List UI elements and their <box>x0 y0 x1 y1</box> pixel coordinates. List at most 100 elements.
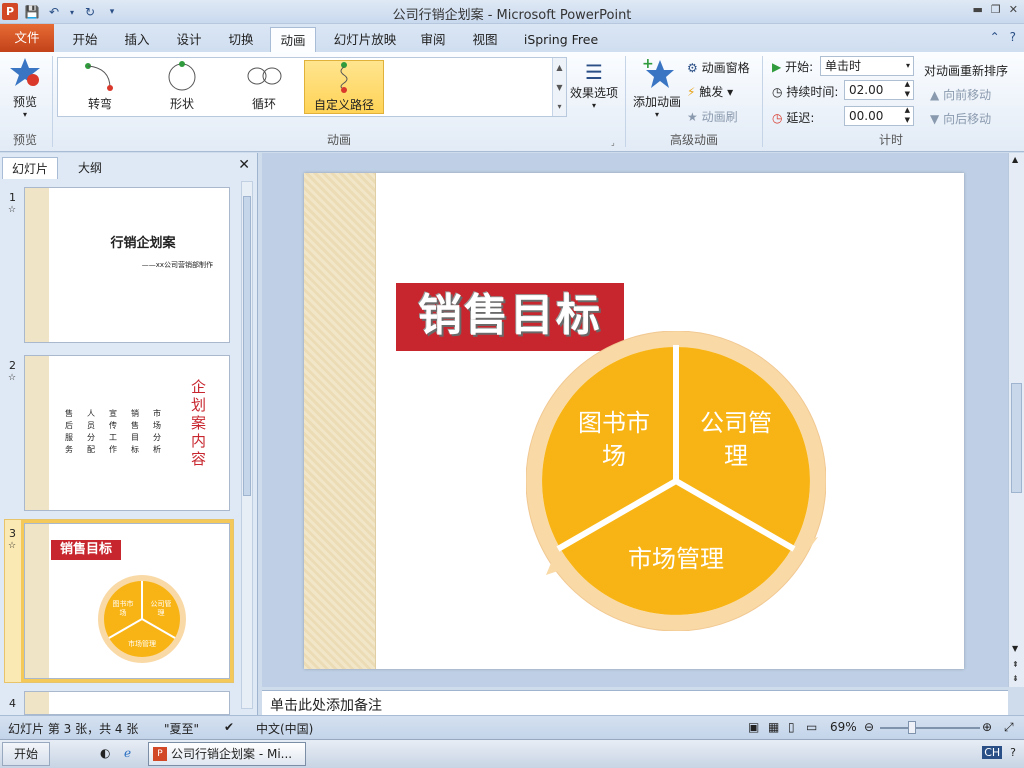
slides-scrollbar[interactable] <box>241 181 253 709</box>
next-slide-icon[interactable]: ⇟ <box>1012 674 1019 683</box>
zoom-slider[interactable] <box>880 727 980 729</box>
animation-shape[interactable]: 形状 <box>142 60 222 114</box>
animation-turn[interactable]: 转弯 <box>60 60 140 114</box>
thumb1-title: 行销企划案 <box>110 236 176 251</box>
ime-indicator[interactable]: CH <box>982 746 1003 759</box>
slideshow-icon[interactable]: ▭ <box>806 720 817 734</box>
tab-outline[interactable]: 大纲 <box>62 157 118 179</box>
animation-pane-button[interactable]: ⚙ 动画窗格 <box>687 59 750 76</box>
scroll-thumb[interactable] <box>1011 383 1022 493</box>
animation-loop-label: 循环 <box>251 97 276 111</box>
animation-pane-icon: ⚙ <box>687 61 698 75</box>
svg-text:公司管: 公司管 <box>151 599 172 608</box>
taskbar-powerpoint-window[interactable]: P 公司行销企划案 - Mi... <box>148 742 306 766</box>
duration-spinner[interactable]: 02.00 ▲ ▼ <box>844 80 914 100</box>
animation-dialog-launcher-icon[interactable]: ⌟ <box>611 138 615 147</box>
thumb3-title: 销售目标 <box>51 540 121 560</box>
animation-gallery: 转弯 形状 循环 自定义路径 ▲ ▼ ▾ <box>57 57 567 117</box>
zoom-in-icon[interactable]: ⊕ <box>982 720 992 734</box>
normal-view-icon[interactable]: ▣ <box>748 720 759 734</box>
svg-text:图书市: 图书市 <box>113 599 134 608</box>
animation-turn-label: 转弯 <box>87 97 112 111</box>
tab-view[interactable]: 视图 <box>462 27 508 52</box>
zoom-level[interactable]: 69% <box>830 720 857 734</box>
group-label-preview: 预览 <box>12 133 37 147</box>
scroll-up-icon[interactable]: ▲ <box>1012 155 1018 164</box>
current-slide[interactable]: 销售目标 图书市 场 公司管 理 市场管理 <box>304 173 964 669</box>
segment-label-company-2: 理 <box>724 442 748 470</box>
segment-label-book-market-1: 图书市 <box>578 409 650 437</box>
animation-painter-icon: ★ <box>687 110 698 124</box>
slide-thumbnail-1[interactable]: 行销企划案 ——xx公司营销部制作 <box>24 187 230 343</box>
fit-to-window-icon[interactable]: ⤢ <box>1004 720 1014 735</box>
cycle-diagram[interactable]: 图书市 场 公司管 理 市场管理 <box>526 331 826 631</box>
tab-ispring[interactable]: iSpring Free <box>516 27 606 52</box>
scroll-down-icon[interactable]: ▼ <box>1012 644 1018 653</box>
theme-name[interactable]: "夏至" <box>164 720 199 737</box>
animation-custom-path[interactable]: 自定义路径 <box>304 60 384 114</box>
zoom-slider-thumb[interactable] <box>908 721 916 734</box>
thumb3-cycle-diagram: 图书市 场 公司管 理 市场管理 <box>98 575 186 663</box>
desktop-quicklaunch-icon[interactable]: ◐ <box>100 746 110 760</box>
thumb2-columns: 售后服务 人员分配 宣传工作 销售目标 市场分析 <box>65 409 161 454</box>
delay-spinner[interactable]: 00.00 ▲ ▼ <box>844 106 914 126</box>
tab-slides[interactable]: 幻灯片 <box>2 157 58 179</box>
minimize-icon[interactable]: ▬ <box>973 3 983 16</box>
tab-review[interactable]: 审阅 <box>410 27 456 52</box>
gallery-more-icon[interactable]: ▾ <box>553 98 566 116</box>
thumb1-subtitle: ——xx公司营销部制作 <box>141 261 213 269</box>
tab-transitions[interactable]: 切换 <box>218 27 264 52</box>
close-panel-icon[interactable]: ✕ <box>238 157 250 173</box>
move-later-button[interactable]: ▼ 向后移动 <box>930 110 991 127</box>
trigger-button[interactable]: ⚡ 触发 ▾ <box>687 83 733 100</box>
status-bar: 幻灯片 第 3 张，共 4 张 "夏至" ✔ 中文(中国) ▣ ▦ ▯ ▭ 69… <box>0 715 1024 739</box>
move-earlier-button[interactable]: ▲ 向前移动 <box>930 86 991 103</box>
notes-pane[interactable]: 单击此处添加备注 <box>262 690 1008 715</box>
slide-thumbnail-3[interactable]: 销售目标 图书市 场 公司管 理 市场管理 <box>21 520 233 682</box>
gallery-scroll[interactable]: ▲ ▼ ▾ <box>552 58 566 116</box>
zoom-out-icon[interactable]: ⊖ <box>864 720 874 734</box>
duration-spin-icon[interactable]: ▲ ▼ <box>905 79 910 99</box>
delay-spin-icon[interactable]: ▲ ▼ <box>905 105 910 125</box>
tab-home[interactable]: 开始 <box>62 27 108 52</box>
preview-dropdown-icon: ▾ <box>22 110 27 119</box>
group-label-advanced-animation: 高级动画 <box>669 133 718 147</box>
help-icon[interactable]: ? <box>1010 30 1016 44</box>
animation-shape-label: 形状 <box>169 97 194 111</box>
effect-options-dropdown-icon: ▾ <box>591 101 596 110</box>
preview-button[interactable]: 预览 ▾ <box>4 56 46 119</box>
tab-animations[interactable]: 动画 <box>270 27 316 52</box>
start-select[interactable]: 单击时 ▾ <box>820 56 914 76</box>
slide-number: 2 <box>9 359 16 372</box>
gallery-down-icon[interactable]: ▼ <box>553 78 566 98</box>
preview-label: 预览 <box>12 95 37 109</box>
slide-sorter-icon[interactable]: ▦ <box>768 720 779 734</box>
add-animation-button[interactable]: + 添加动画 ▾ <box>630 56 684 119</box>
tab-slideshow[interactable]: 幻灯片放映 <box>326 27 404 52</box>
previous-slide-icon[interactable]: ⇞ <box>1012 660 1019 669</box>
minimize-ribbon-icon[interactable]: ⌃ <box>990 30 1000 44</box>
move-later-icon: ▼ <box>930 112 940 126</box>
editor-vertical-scrollbar[interactable]: ▲ ▼ ⇞ ⇟ <box>1008 153 1024 687</box>
tab-file[interactable]: 文件 <box>0 24 54 52</box>
reading-view-icon[interactable]: ▯ <box>788 720 795 734</box>
tab-design[interactable]: 设计 <box>166 27 212 52</box>
restore-icon[interactable]: ❐ <box>991 3 1001 16</box>
start-dropdown-icon: ▾ <box>905 61 910 70</box>
tab-insert[interactable]: 插入 <box>114 27 160 52</box>
gallery-up-icon[interactable]: ▲ <box>553 58 566 78</box>
tray-help-icon[interactable]: ? <box>1010 746 1016 759</box>
spell-check-icon[interactable]: ✔ <box>224 720 234 734</box>
close-icon[interactable]: ✕ <box>1009 3 1018 16</box>
effect-options-button[interactable]: ☰ 效果选项 ▾ <box>568 60 620 110</box>
slide-thumbnail-2[interactable]: 售后服务 人员分配 宣传工作 销售目标 市场分析 企划案内容 <box>24 355 230 511</box>
animation-painter-button[interactable]: ★ 动画刷 <box>687 108 738 125</box>
slide-star-icon: ☆ <box>8 373 17 383</box>
animation-loop[interactable]: 循环 <box>224 60 304 114</box>
slide-thumbnail-4[interactable] <box>24 691 230 715</box>
start-button[interactable]: 开始 <box>2 742 50 766</box>
duration-label: ◷ 持续时间: <box>772 85 839 99</box>
language-indicator[interactable]: 中文(中国) <box>256 720 313 737</box>
taskbar: 开始 ◐ ℯ P 公司行销企划案 - Mi... CH ? <box>0 739 1024 768</box>
browser-quicklaunch-icon[interactable]: ℯ <box>124 746 131 760</box>
